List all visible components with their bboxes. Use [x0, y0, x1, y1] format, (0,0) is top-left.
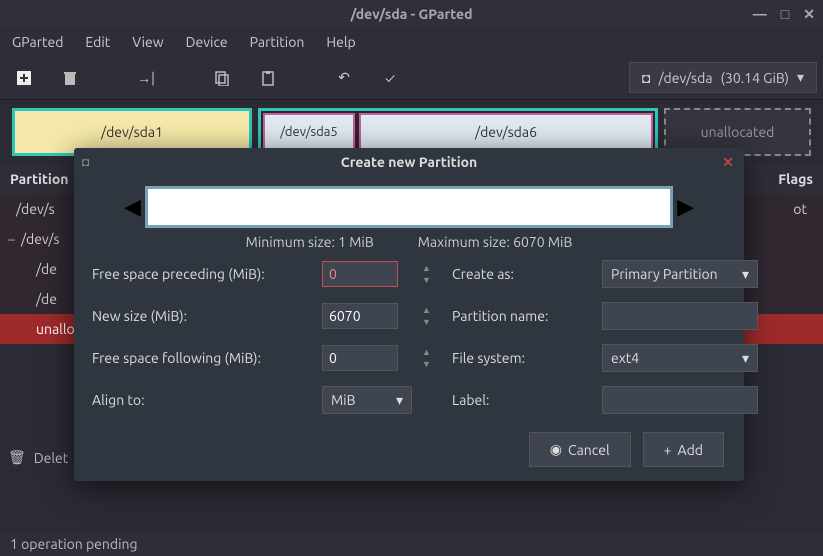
- copy-button[interactable]: [208, 64, 236, 92]
- create-as-select[interactable]: Primary Partition▾: [602, 260, 758, 288]
- chevron-down-icon: ▾: [742, 266, 749, 283]
- max-size-label: Maximum size: 6070 MiB: [418, 234, 573, 250]
- label-label: Label:: [452, 392, 602, 408]
- apply-button[interactable]: ✓: [376, 64, 404, 92]
- create-partition-dialog: ◘ Create new Partition ✕ ◀ ▶ Minimum siz…: [74, 148, 744, 481]
- window-titlebar: /dev/sda - GParted — □ ✕: [0, 0, 823, 28]
- label-input[interactable]: [602, 386, 758, 414]
- min-size-label: Minimum size: 1 MiB: [246, 234, 374, 250]
- menu-device[interactable]: Device: [186, 34, 228, 50]
- partition-sda6[interactable]: /dev/sda6: [359, 113, 653, 151]
- trash-icon: 🗑: [8, 449, 26, 466]
- dialog-close-button[interactable]: ✕: [722, 154, 734, 171]
- device-selector[interactable]: ◘ /dev/sda (30.14 GiB) ▾: [629, 62, 817, 93]
- size-slider[interactable]: ◀ ▶: [74, 176, 744, 234]
- spinner[interactable]: ▲▼: [422, 306, 452, 326]
- minimize-button[interactable]: —: [753, 6, 767, 23]
- slider-handle-left[interactable]: ◀: [124, 194, 141, 220]
- undo-button[interactable]: ↶: [330, 64, 358, 92]
- col-flags: Flags: [778, 171, 813, 187]
- spinner[interactable]: ▲▼: [422, 264, 452, 284]
- paste-button[interactable]: [254, 64, 282, 92]
- slider-track[interactable]: [145, 186, 673, 228]
- free-following-input[interactable]: 0: [322, 345, 398, 371]
- collapse-icon[interactable]: –: [8, 231, 15, 247]
- partition-sda5[interactable]: /dev/sda5: [263, 113, 355, 151]
- chevron-down-icon: ▾: [742, 350, 749, 367]
- slider-handle-right[interactable]: ▶: [677, 194, 694, 220]
- dialog-title: Create new Partition: [341, 154, 477, 170]
- pending-operation[interactable]: 🗑 Delet: [8, 449, 68, 466]
- partition-name-label: Partition name:: [452, 308, 602, 324]
- add-button[interactable]: +Add: [643, 432, 724, 467]
- device-name: /dev/sda: [658, 70, 712, 86]
- menu-bar: GParted Edit View Device Partition Help: [0, 28, 823, 56]
- col-partition: Partition: [10, 171, 68, 187]
- disk-icon: ◘: [642, 70, 650, 86]
- device-size: (30.14 GiB): [721, 70, 789, 86]
- menu-edit[interactable]: Edit: [85, 34, 110, 50]
- new-size-label: New size (MiB):: [92, 308, 322, 324]
- status-text: 1 operation pending: [10, 536, 138, 552]
- spinner[interactable]: ▲▼: [422, 348, 452, 368]
- menu-partition[interactable]: Partition: [250, 34, 305, 50]
- dialog-icon: ◘: [82, 155, 89, 169]
- free-preceding-label: Free space preceding (MiB):: [92, 266, 322, 282]
- free-preceding-input[interactable]: 0: [322, 261, 398, 287]
- status-bar: 1 operation pending: [0, 532, 823, 556]
- toolbar: →| ↶ ✓ ◘ /dev/sda (30.14 GiB) ▾: [0, 56, 823, 100]
- window-title: /dev/sda - GParted: [351, 6, 473, 22]
- menu-view[interactable]: View: [132, 34, 163, 50]
- delete-button[interactable]: [56, 64, 84, 92]
- filesystem-label: File system:: [452, 350, 602, 366]
- align-to-label: Align to:: [92, 392, 322, 408]
- pending-label: Delet: [34, 450, 69, 466]
- menu-help[interactable]: Help: [326, 34, 355, 50]
- chevron-down-icon: ▾: [396, 392, 403, 409]
- cancel-icon: ◉: [550, 441, 562, 458]
- close-window-button[interactable]: ✕: [803, 6, 815, 23]
- create-as-label: Create as:: [452, 266, 602, 282]
- new-size-input[interactable]: 6070: [322, 303, 398, 329]
- resize-button[interactable]: →|: [132, 64, 160, 92]
- dialog-titlebar: ◘ Create new Partition ✕: [74, 148, 744, 176]
- align-to-select[interactable]: MiB▾: [322, 386, 412, 414]
- cancel-button[interactable]: ◉Cancel: [529, 432, 631, 467]
- maximize-button[interactable]: □: [781, 6, 789, 23]
- partition-name-input[interactable]: [602, 302, 758, 330]
- free-following-label: Free space following (MiB):: [92, 350, 322, 366]
- filesystem-select[interactable]: ext4▾: [602, 344, 758, 372]
- menu-gparted[interactable]: GParted: [12, 34, 63, 50]
- new-partition-button[interactable]: [10, 64, 38, 92]
- plus-icon: +: [664, 442, 672, 458]
- chevron-down-icon: ▾: [797, 69, 804, 86]
